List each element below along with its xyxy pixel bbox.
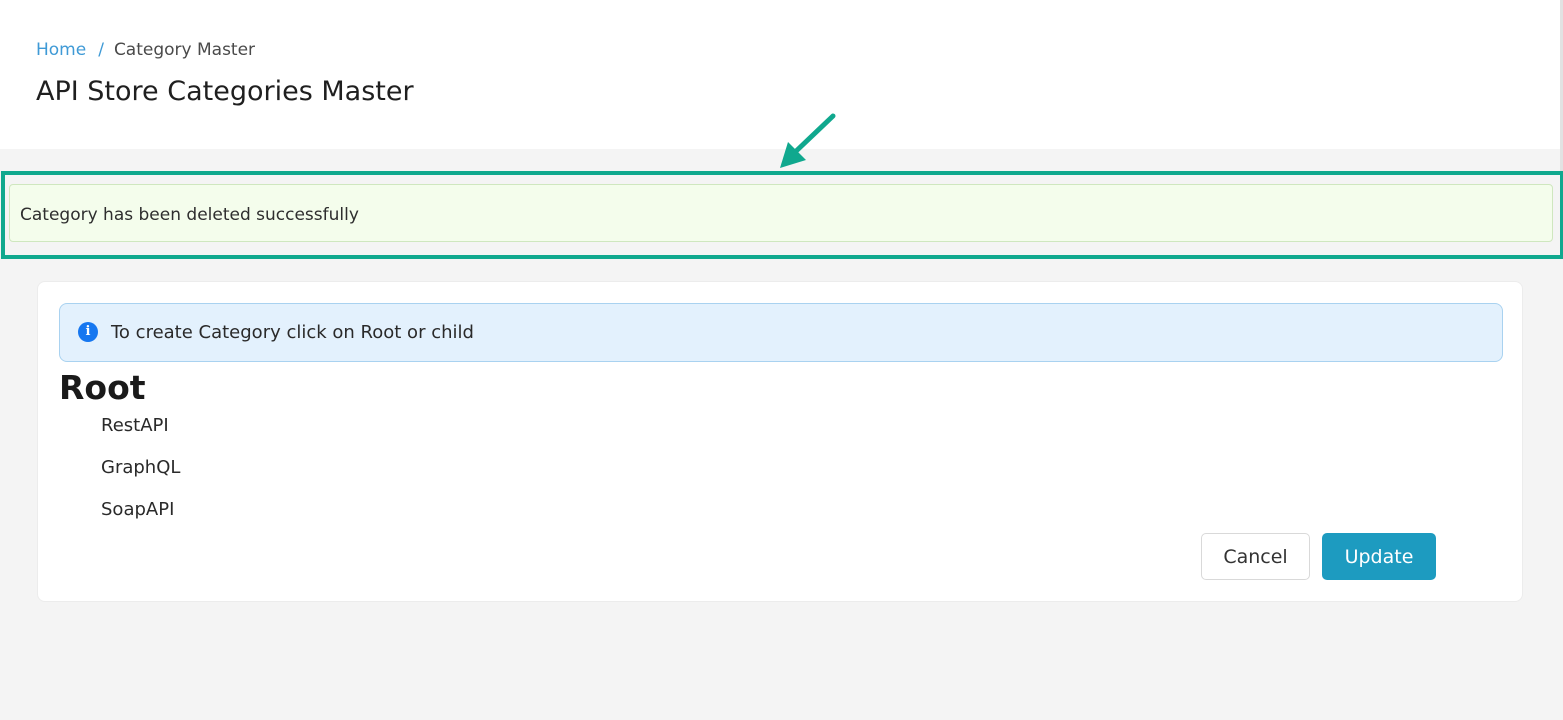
info-alert: i To create Category click on Root or ch… (59, 303, 1503, 362)
tree-child-node[interactable]: SoapAPI (101, 498, 180, 540)
info-alert-message: To create Category click on Root or chil… (111, 322, 474, 343)
breadcrumb-separator: / (98, 40, 104, 60)
page-title: API Store Categories Master (36, 76, 414, 107)
breadcrumb-current: Category Master (113, 40, 256, 60)
success-alert: Category has been deleted successfully (9, 184, 1553, 242)
annotation-arrow-icon (780, 113, 836, 168)
tree-root-node[interactable]: Root (59, 368, 146, 408)
success-alert-message: Category has been deleted successfully (20, 205, 359, 225)
category-card: i To create Category click on Root or ch… (37, 281, 1523, 602)
tree-children: RestAPI GraphQL SoapAPI (101, 414, 180, 540)
cancel-button[interactable]: Cancel (1201, 533, 1310, 580)
update-button[interactable]: Update (1322, 533, 1436, 580)
info-icon: i (78, 322, 98, 342)
tree-child-node[interactable]: GraphQL (101, 456, 180, 498)
breadcrumb: Home / Category Master (36, 39, 255, 61)
tree-child-node[interactable]: RestAPI (101, 414, 180, 456)
breadcrumb-home-link[interactable]: Home (36, 40, 86, 60)
